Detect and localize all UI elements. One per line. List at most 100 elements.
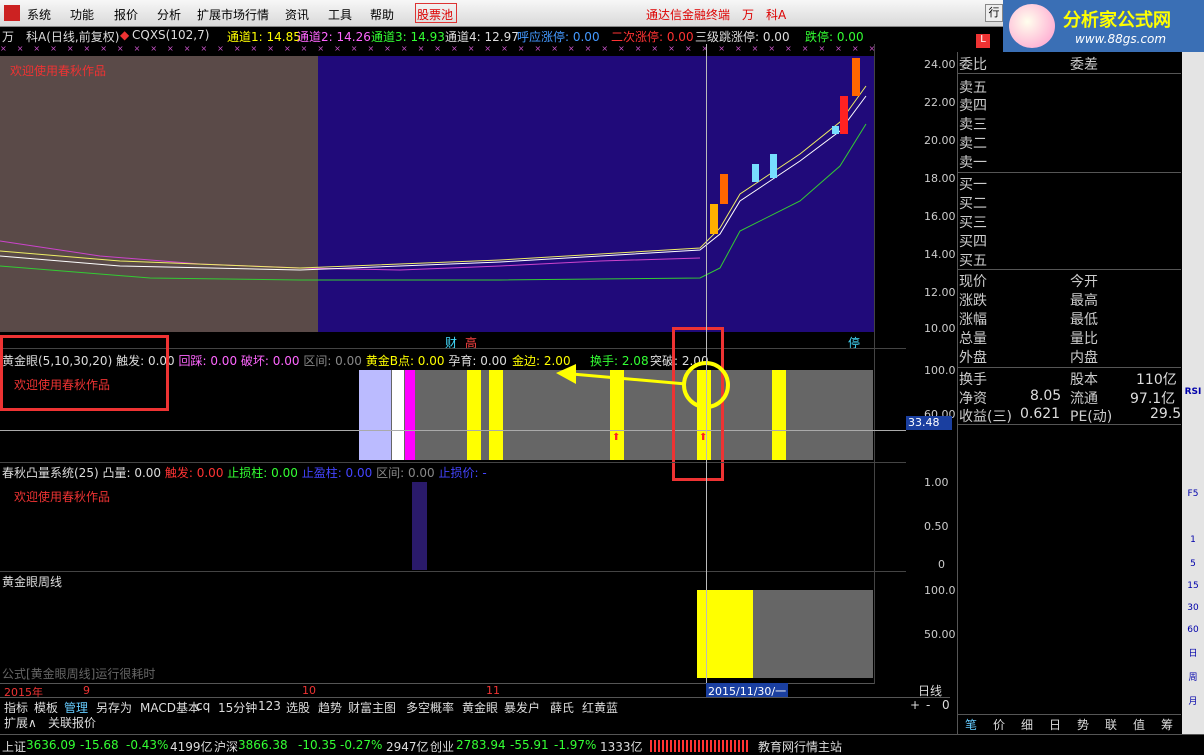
stat-label: 涨幅 [959,312,987,328]
related-quote-tab[interactable]: 关联报价 [48,714,96,731]
channel-line-white [0,95,867,271]
sell-level: 卖二 [959,136,987,152]
indicator-tab[interactable]: cq [196,699,210,713]
menu-tools[interactable]: 工具 [328,6,352,23]
expand-tab[interactable]: 扩展∧ [4,714,37,731]
stock-pool-button[interactable]: 股票池 [415,3,457,23]
menu-function[interactable]: 功能 [70,6,94,23]
panel1-tick: 100.0 [924,364,956,377]
tool-period-15[interactable]: 15 [1184,578,1202,594]
buy-level: 买三 [959,215,987,231]
fund-label: 股本 [1070,372,1098,388]
zoom-out-button[interactable]: - [926,698,930,712]
zoom-in-button[interactable]: + [910,698,920,712]
fund-label: 换手 [959,372,987,388]
weicha-label: 委差 [1070,57,1098,73]
quote-button[interactable]: 行 [985,4,1003,22]
stat-label: 最高 [1070,293,1098,309]
logo-title: 分析家公式网 [1063,10,1171,31]
sh-change: -15.68 [80,738,119,752]
logo-url: www.88gs.com [1075,32,1167,46]
date-axis: 2015年 9 10 11 2015/11/30/一 [0,683,874,699]
channel-line-yellow [0,85,867,269]
panel1-current-value: 33.48 [906,416,952,430]
sz-label: 沪深 [214,740,239,754]
panel2-tick: 0 [938,558,945,571]
fund-label: 收益(三) [959,409,1012,425]
panel3-tick: 100.0 [924,584,956,597]
sh-pct: -0.43% [126,738,169,752]
quote-tab[interactable]: 细 [1021,716,1033,733]
tabs-row2: 扩展∧ 关联报价 [0,713,950,731]
panel1-yellow-bar [772,370,786,460]
price-tick: 10.00 [924,322,956,335]
menu-analysis[interactable]: 分析 [157,6,181,23]
buy-level: 买五 [959,253,987,269]
tool-rsi[interactable]: RSI [1184,384,1202,400]
quote-tab[interactable]: 日 [1049,716,1061,733]
price-axis [874,44,906,684]
reset-button[interactable]: 0 [942,698,950,712]
price-tick: 24.00 [924,58,956,71]
market-tick-bar [650,740,750,752]
panel2-welcome: 欢迎使用春秋作品 [14,490,111,504]
cy-volume: 1333亿 [600,740,643,754]
limit-triple: 三级跳涨停: 0.00 [695,30,790,44]
fund-label: 流通 [1070,391,1098,407]
limit-down: 跌停: 0.00 [805,30,864,44]
tool-period-5[interactable]: 5 [1184,556,1202,572]
sz-pct: -0.27% [340,738,383,752]
channel-1: 通道1: 14.85 [227,30,301,44]
tool-f5[interactable]: F5 [1184,486,1202,502]
dropdown-icon[interactable]: ◆ [120,28,129,42]
indicator-tab[interactable]: 123 [258,699,281,713]
site-logo: 分析家公式网 www.88gs.com [1003,0,1204,52]
limit-echo: 呼应涨停: 0.00 [517,30,600,44]
indicator-name[interactable]: CQXS(102,7) [132,28,209,42]
panel2-tick: 0.50 [924,520,949,533]
status-bar: 上证 3636.09 -15.68 -0.43% 4199亿 沪深 3866.3… [0,734,1204,754]
quote-panel-tabs: 笔价细日势联值筹 [957,714,1181,732]
panel2-title: 春秋凸量系统(25) 凸量: 0.00 触发: 0.00 止损柱: 0.00 止… [2,466,487,480]
tool-period-week[interactable]: 周 [1184,670,1202,686]
indicator-tabs: 指标 模板 管理 另存为 MACD基本 cq 15分钟 123 选股 趋势 财富主图 多空概率 黄金眼暴… [0,697,950,715]
tool-period-60[interactable]: 60 [1184,622,1202,638]
server-name[interactable]: 教育网行情主站 [758,738,842,755]
annotation-box-title [0,335,169,411]
stat-label: 现价 [959,274,987,290]
sell-level: 卖四 [959,98,987,114]
buy-level: 买四 [959,234,987,250]
tool-period-month[interactable]: 月 [1184,694,1202,710]
sell-level: 卖五 [959,80,987,96]
quote-tab[interactable]: 价 [993,716,1005,733]
channel-3: 通道3: 14.93 [371,30,445,44]
stat-label: 最低 [1070,312,1098,328]
menu-help[interactable]: 帮助 [370,6,394,23]
price-tick: 12.00 [924,286,956,299]
tool-period-1[interactable]: 1 [1184,532,1202,548]
tool-period-day[interactable]: 日 [1184,646,1202,662]
signal-marker-row: ××××××××××××××××××××××××××××××××××××××××… [0,44,874,53]
menu-system[interactable]: 系统 [27,6,51,23]
buy-level: 买一 [959,177,987,193]
stat-label: 涨跌 [959,293,987,309]
window-title: 通达信金融终端 万 科A [646,8,787,22]
buy-level: 买二 [959,196,987,212]
tool-period-30[interactable]: 30 [1184,600,1202,616]
quote-tab[interactable]: 联 [1105,716,1117,733]
stat-label: 内盘 [1070,350,1098,366]
stock-title: 万 科A(日线,前复权) [2,30,120,44]
cy-pct: -1.97% [554,738,597,752]
menu-news[interactable]: 资讯 [285,6,309,23]
panel1-yellow-bar [467,370,481,460]
sell-level: 卖一 [959,155,987,171]
menu-quote[interactable]: 报价 [114,6,138,23]
quote-tab[interactable]: 笔 [965,716,977,733]
quote-tab[interactable]: 值 [1133,716,1145,733]
menu-ext-market[interactable]: 扩展市场行情 [197,6,269,23]
quote-tab[interactable]: 筹 [1161,716,1173,733]
quote-tab[interactable]: 势 [1077,716,1089,733]
price-tick: 20.00 [924,134,956,147]
candle-cyan-2 [832,126,839,134]
stat-label: 外盘 [959,350,987,366]
